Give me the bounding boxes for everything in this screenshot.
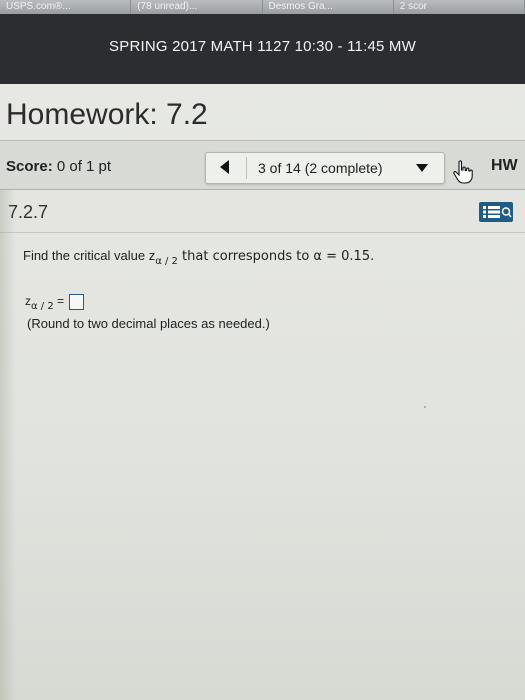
browser-tab[interactable]: Desmos Gra... [263,0,394,14]
score-bar: Score: 0 of 1 pt 3 of 14 (2 complete) HW [0,141,525,189]
score-label: Score: [6,158,53,175]
chevron-down-icon[interactable] [416,164,428,172]
question-list-button[interactable] [479,202,513,222]
hand-cursor-icon [453,160,473,184]
browser-tab-strip: USPS.com®... (78 unread)... Desmos Gra..… [0,0,525,14]
homework-page: Homework: 7.2 Score: 0 of 1 pt 3 of 14 (… [0,84,525,700]
homework-title: Homework: 7.2 [6,98,208,131]
question-position-select[interactable]: 3 of 14 (2 complete) [258,160,383,176]
question-text: Find the critical value zα / 2 that corr… [23,248,375,267]
score: Score: 0 of 1 pt [6,158,111,175]
divider [0,232,525,233]
question-navigator: 3 of 14 (2 complete) [205,152,445,184]
list-icon [483,206,512,218]
question-text-start: Find the critical value z [23,248,156,263]
alpha-subscript: α / 2 [155,256,178,267]
stray-mark [424,406,426,408]
rounding-hint: (Round to two decimal places as needed.) [27,316,270,331]
answer-row: zα / 2 = [25,294,85,313]
score-value: 0 of 1 pt [56,158,112,175]
divider [246,157,247,179]
answer-input[interactable] [69,294,85,310]
answer-equals: = [53,294,65,309]
course-title: SPRING 2017 MATH 1127 10:30 - 11:45 MW [109,38,416,55]
browser-tab[interactable]: (78 unread)... [131,0,263,14]
browser-tab[interactable]: 2 scor [394,0,525,14]
hw-link[interactable]: HW [491,157,518,175]
question-text-end: that corresponds to α = 0.15. [177,249,375,264]
answer-subscript: α / 2 [31,301,54,313]
question-bar: 7.2.7 [0,190,525,232]
screen-glare [0,190,16,700]
browser-tab[interactable]: USPS.com®... [0,0,132,14]
course-header: SPRING 2017 MATH 1127 10:30 - 11:45 MW [0,14,525,84]
previous-question-icon[interactable] [220,160,229,174]
